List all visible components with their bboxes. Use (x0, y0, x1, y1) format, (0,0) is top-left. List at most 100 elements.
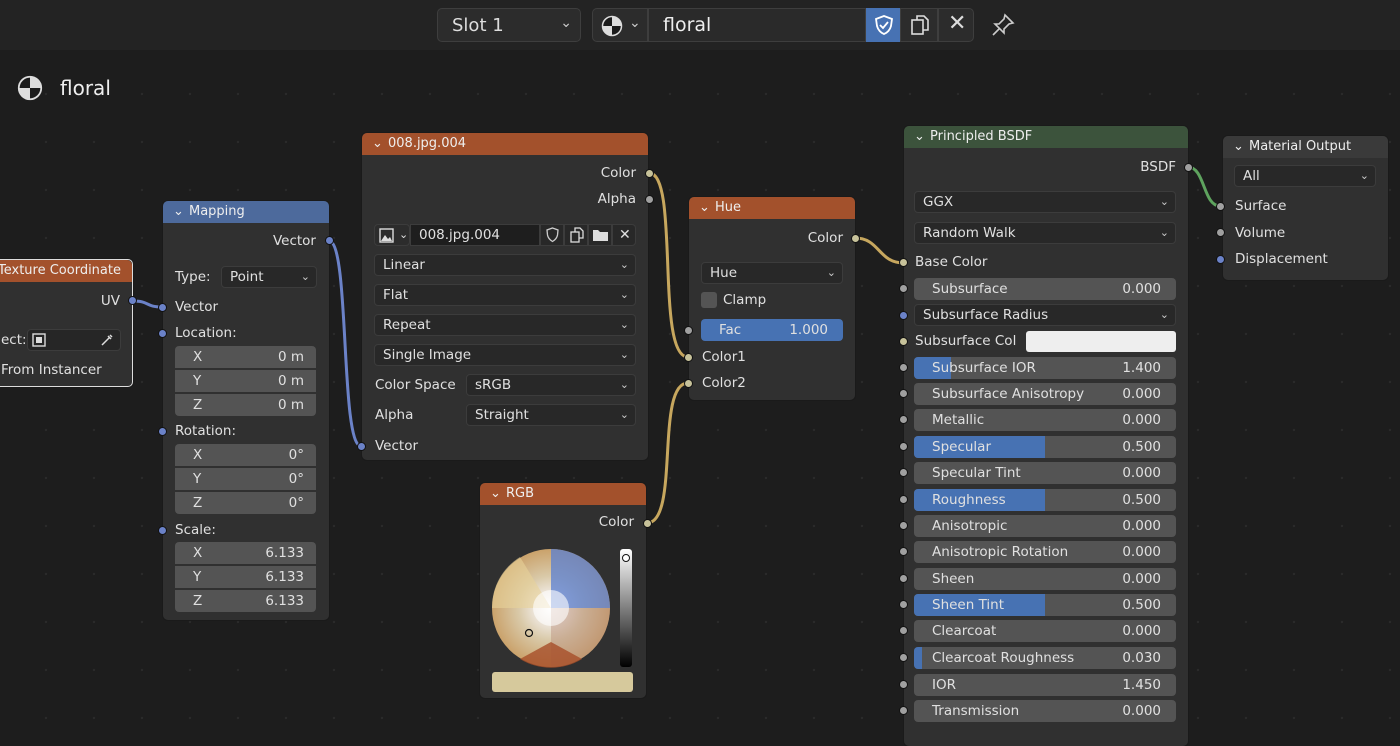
bsdf-input-socket[interactable] (899, 653, 908, 662)
source-dropdown[interactable]: Single Image ⌄ (374, 344, 636, 366)
uv-output-socket[interactable] (128, 296, 137, 305)
bsdf-field-ior[interactable]: IOR 1.450 (914, 674, 1176, 696)
bsdf-input-socket[interactable] (899, 495, 908, 504)
projection-dropdown[interactable]: Flat ⌄ (374, 284, 636, 306)
node-header[interactable]: ⌄ Hue (689, 197, 855, 219)
extension-dropdown[interactable]: Repeat ⌄ (374, 314, 636, 336)
chevron-down-icon[interactable]: ⌄ (914, 126, 925, 148)
fac-slider[interactable]: Fac 1.000 (701, 319, 843, 341)
bsdf-field-subsurface[interactable]: Subsurface 0.000 (914, 278, 1176, 300)
mapping-node[interactable]: ⌄ Mapping Vector Type: Point ⌄ Vector Loca… (163, 201, 329, 620)
scale-y-field[interactable]: Y 6.133 (175, 566, 316, 588)
bsdf-input-socket[interactable] (899, 680, 908, 689)
surface-input-socket[interactable] (1216, 202, 1225, 211)
value-slider[interactable] (620, 549, 632, 667)
color1-input-socket[interactable] (684, 353, 693, 362)
bsdf-field-metallic[interactable]: Metallic 0.000 (914, 409, 1176, 431)
chevron-down-icon[interactable]: ⌄ (372, 133, 383, 155)
value-slider-handle[interactable] (622, 554, 630, 562)
bsdf-field-specular[interactable]: Specular 0.500 (914, 436, 1176, 458)
color-swatch[interactable] (492, 672, 633, 692)
bsdf-field-anisotropic-rotation[interactable]: Anisotropic Rotation 0.000 (914, 541, 1176, 563)
scale-input-socket[interactable] (158, 526, 167, 535)
rotation-x-field[interactable]: X 0° (175, 444, 316, 466)
color-space-dropdown[interactable]: sRGB ⌄ (466, 374, 636, 396)
base-color-input-socket[interactable] (899, 258, 908, 267)
bsdf-input-socket[interactable] (899, 389, 908, 398)
subsurface-color-input-socket[interactable] (899, 337, 908, 346)
mapping-type-dropdown[interactable]: Point ⌄ (221, 266, 317, 288)
color2-input-socket[interactable] (684, 379, 693, 388)
displacement-input-socket[interactable] (1216, 255, 1225, 264)
node-header[interactable]: Texture Coordinate (0, 260, 132, 282)
fake-user-button[interactable] (540, 224, 564, 246)
chevron-down-icon[interactable]: ⌄ (1233, 136, 1244, 158)
bsdf-field-clearcoat-roughness[interactable]: Clearcoat Roughness 0.030 (914, 647, 1176, 669)
color-output-socket[interactable] (643, 519, 652, 528)
node-header[interactable]: ⌄ RGB (480, 483, 646, 505)
location-y-field[interactable]: Y 0 m (175, 370, 316, 392)
subsurface-radius-input-socket[interactable] (899, 311, 908, 320)
rotation-y-field[interactable]: Y 0° (175, 468, 316, 490)
subsurface-method-dropdown[interactable]: Random Walk ⌄ (914, 222, 1176, 244)
eyedropper-icon[interactable] (100, 333, 114, 347)
bsdf-field-transmission[interactable]: Transmission 0.000 (914, 700, 1176, 722)
open-image-button[interactable] (588, 224, 612, 246)
color-wheel[interactable] (490, 547, 612, 669)
subsurface-radius-dropdown[interactable]: Subsurface Radius ⌄ (914, 304, 1176, 326)
distribution-dropdown[interactable]: GGX ⌄ (914, 191, 1176, 213)
alpha-output-socket[interactable] (645, 195, 654, 204)
bsdf-field-clearcoat[interactable]: Clearcoat 0.000 (914, 620, 1176, 642)
volume-input-socket[interactable] (1216, 228, 1225, 237)
clamp-checkbox[interactable] (701, 292, 717, 308)
chevron-down-icon[interactable]: ⌄ (699, 197, 710, 219)
scale-z-field[interactable]: Z 6.133 (175, 590, 316, 612)
bsdf-field-subsurface-anisotropy[interactable]: Subsurface Anisotropy 0.000 (914, 383, 1176, 405)
chevron-down-icon[interactable]: ⌄ (173, 201, 184, 223)
bsdf-field-specular-tint[interactable]: Specular Tint 0.000 (914, 462, 1176, 484)
subsurface-color-swatch[interactable] (1026, 331, 1176, 352)
material-output-node[interactable]: ⌄ Material Output All ⌄ Surface Volume Dis… (1223, 136, 1388, 280)
bsdf-output-socket[interactable] (1184, 163, 1193, 172)
image-texture-node[interactable]: ⌄ 008.jpg.004 Color Alpha ⌄ 008.jpg.004 ✕… (362, 133, 648, 460)
node-header[interactable]: ⌄ Principled BSDF (904, 126, 1188, 148)
bsdf-input-socket[interactable] (899, 284, 908, 293)
node-header[interactable]: ⌄ Material Output (1223, 136, 1388, 158)
scale-x-field[interactable]: X 6.133 (175, 542, 316, 564)
color-output-socket[interactable] (851, 234, 860, 243)
rgb-node[interactable]: ⌄ RGB Color (480, 483, 646, 698)
bsdf-field-sheen-tint[interactable]: Sheen Tint 0.500 (914, 594, 1176, 616)
image-browse-button[interactable]: ⌄ (374, 224, 410, 246)
interpolation-dropdown[interactable]: Linear ⌄ (374, 254, 636, 276)
location-x-field[interactable]: X 0 m (175, 346, 316, 368)
color-output-socket[interactable] (645, 169, 654, 178)
bsdf-input-socket[interactable] (899, 706, 908, 715)
hue-node[interactable]: ⌄ Hue Color Hue ⌄ Clamp Fac 1.000 Color1 C… (689, 197, 855, 400)
vector-input-socket[interactable] (158, 303, 167, 312)
location-input-socket[interactable] (158, 329, 167, 338)
fac-input-socket[interactable] (684, 326, 693, 335)
render-target-dropdown[interactable]: All ⌄ (1234, 165, 1376, 187)
chevron-down-icon[interactable]: ⌄ (490, 483, 501, 505)
bsdf-input-socket[interactable] (899, 600, 908, 609)
vector-input-socket[interactable] (357, 442, 366, 451)
bsdf-field-sheen[interactable]: Sheen 0.000 (914, 568, 1176, 590)
object-field[interactable] (27, 329, 121, 351)
location-z-field[interactable]: Z 0 m (175, 394, 316, 416)
bsdf-input-socket[interactable] (899, 574, 908, 583)
alpha-mode-dropdown[interactable]: Straight ⌄ (466, 404, 636, 426)
duplicate-image-button[interactable] (564, 224, 588, 246)
bsdf-field-anisotropic[interactable]: Anisotropic 0.000 (914, 515, 1176, 537)
texture-coordinate-node[interactable]: Texture Coordinate UV ect: From Instance… (0, 259, 133, 387)
bsdf-field-roughness[interactable]: Roughness 0.500 (914, 489, 1176, 511)
rotation-input-socket[interactable] (158, 427, 167, 436)
principled-bsdf-node[interactable]: ⌄ Principled BSDF BSDF GGX ⌄ Random Walk ⌄ … (904, 126, 1188, 746)
bsdf-input-socket[interactable] (899, 521, 908, 530)
bsdf-input-socket[interactable] (899, 468, 908, 477)
bsdf-input-socket[interactable] (899, 626, 908, 635)
node-header[interactable]: ⌄ Mapping (163, 201, 329, 223)
rotation-z-field[interactable]: Z 0° (175, 492, 316, 514)
bsdf-input-socket[interactable] (899, 547, 908, 556)
node-header[interactable]: ⌄ 008.jpg.004 (362, 133, 648, 155)
bsdf-input-socket[interactable] (899, 363, 908, 372)
